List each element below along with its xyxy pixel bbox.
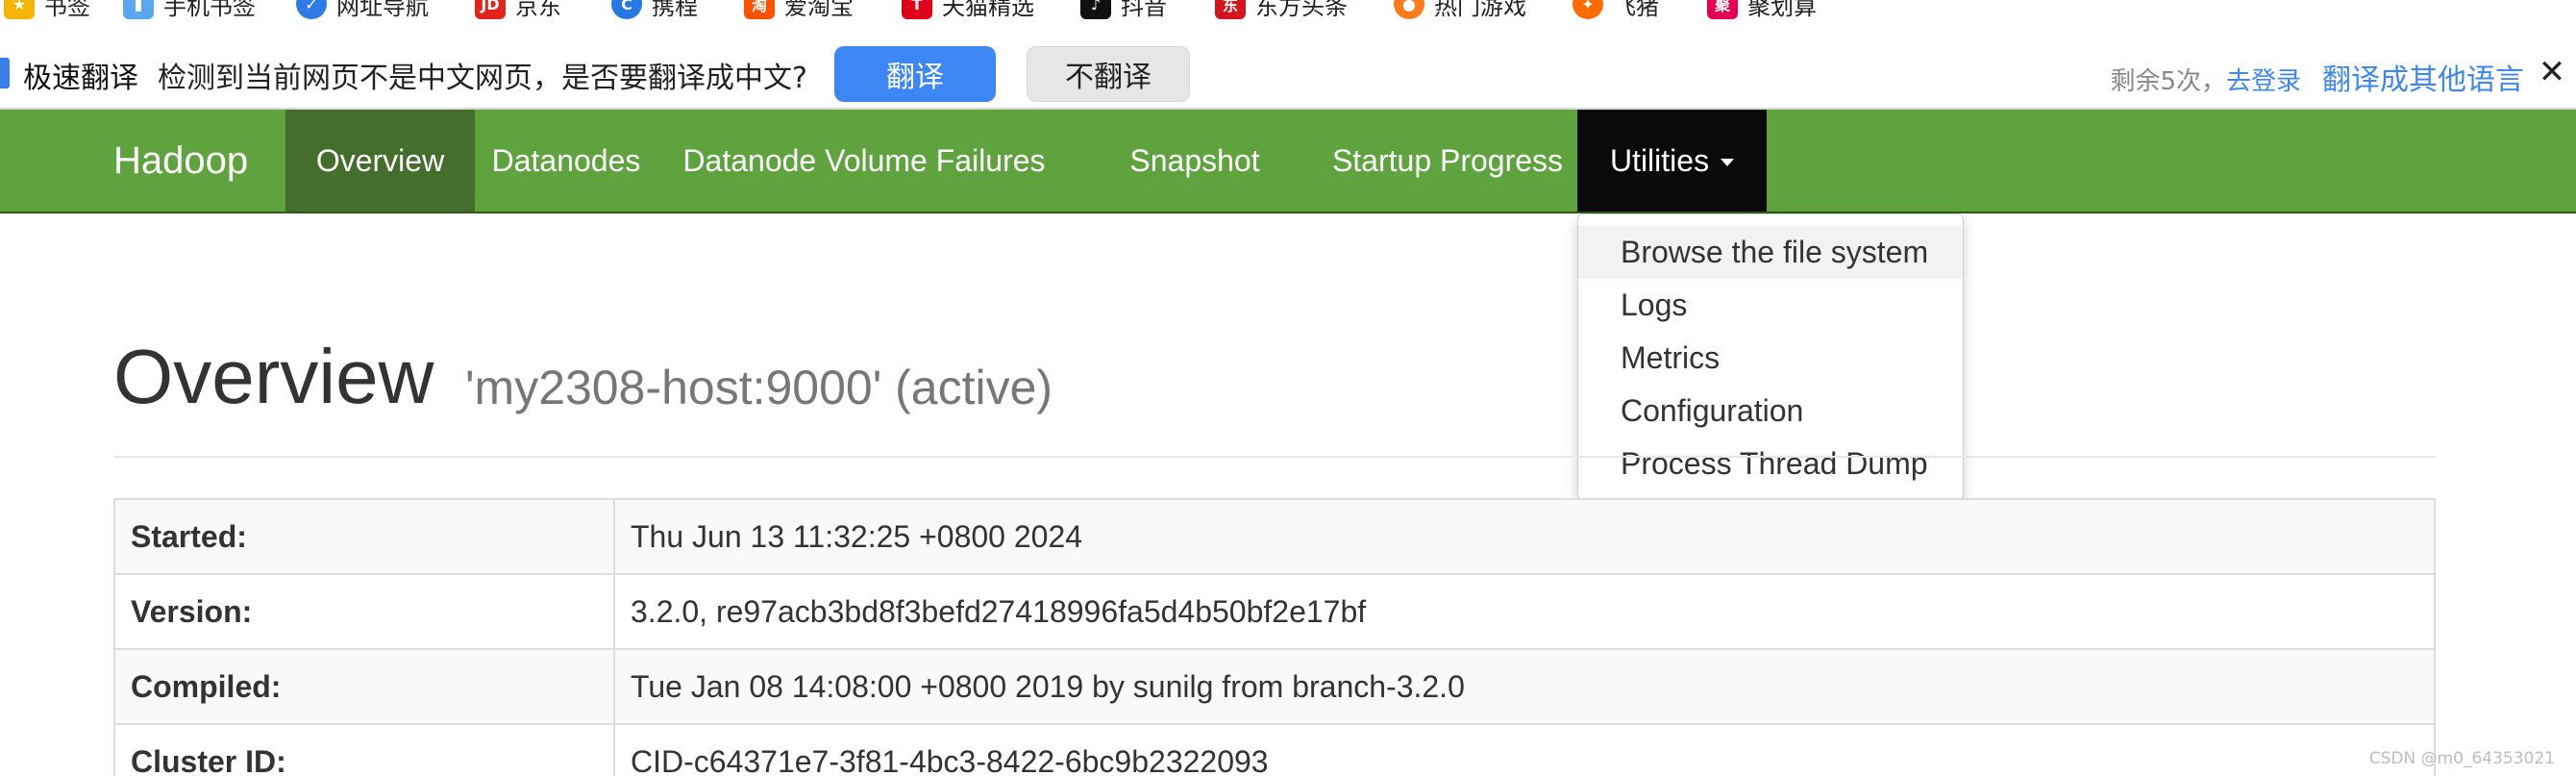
bookmark-label: 网址导航 bbox=[336, 0, 429, 20]
bookmark-item[interactable]: 东 东方头条 bbox=[1215, 0, 1348, 21]
hadoop-navbar: Hadoop Overview Datanodes Datanode Volum… bbox=[0, 110, 2576, 213]
row-key: Compiled: bbox=[113, 648, 615, 725]
page-subtitle: 'my2308-host:9000' (active) bbox=[465, 361, 1053, 414]
translate-logo-icon bbox=[0, 58, 10, 88]
bookmark-item[interactable]: JD 京东 bbox=[475, 0, 561, 21]
table-row: Version: 3.2.0, re97acb3bd8f3befd2741899… bbox=[113, 573, 2436, 650]
bookmark-item[interactable]: ★ 书签 bbox=[4, 0, 90, 21]
ctrip-logo-icon: C bbox=[611, 0, 642, 19]
row-value: 3.2.0, re97acb3bd8f3befd27418996fa5d4b50… bbox=[613, 573, 2436, 650]
bookmark-label: 天猫精选 bbox=[942, 0, 1034, 20]
translate-other-language-link[interactable]: 翻译成其他语言 bbox=[2322, 56, 2524, 98]
nav-label: Datanode Volume Failures bbox=[682, 142, 1046, 178]
bookmark-label: 聚划算 bbox=[1747, 0, 1817, 20]
menu-item-browse-file-system[interactable]: Browse the file system bbox=[1578, 226, 1963, 279]
page-title: Overview bbox=[113, 334, 434, 419]
translate-bar: 极速翻译 检测到当前网页不是中文网页，是否要翻译成中文? 翻译 不翻译 剩余5次… bbox=[0, 35, 2576, 110]
translate-button[interactable]: 翻译 bbox=[834, 46, 996, 102]
table-row: Cluster ID: CID-c64371e7-3f81-4bc3-8422-… bbox=[113, 723, 2436, 776]
game-icon: ● bbox=[1394, 0, 1424, 19]
bookmark-item[interactable]: 淘 爱淘宝 bbox=[744, 0, 854, 21]
overview-table: Started: Thu Jun 13 11:32:25 +0800 2024 … bbox=[113, 498, 2436, 776]
translate-title: 极速翻译 bbox=[23, 62, 138, 95]
row-value: Thu Jun 13 11:32:25 +0800 2024 bbox=[613, 498, 2436, 575]
nav-snapshot[interactable]: Snapshot bbox=[1071, 110, 1319, 212]
bookmark-item[interactable]: C 携程 bbox=[611, 0, 698, 21]
fliggy-logo-icon: ✦ bbox=[1573, 0, 1603, 19]
menu-item-logs[interactable]: Logs bbox=[1578, 279, 1963, 332]
remaining-count: 剩余5次， bbox=[2110, 67, 2226, 96]
douyin-logo-icon: ♪ bbox=[1080, 0, 1111, 19]
bookmark-label: 手机书签 bbox=[163, 0, 256, 20]
nav-label: Startup Progress bbox=[1331, 142, 1564, 178]
row-value: CID-c64371e7-3f81-4bc3-8422-6bc9b2322093 bbox=[613, 723, 2436, 776]
bookmark-item[interactable]: ♪ 抖音 bbox=[1080, 0, 1167, 21]
bookmark-label: 爱淘宝 bbox=[784, 0, 854, 20]
juhuasuan-logo-icon: 聚 bbox=[1707, 0, 1738, 19]
login-link[interactable]: 去登录 bbox=[2226, 62, 2301, 97]
bookmark-item[interactable]: 聚 聚划算 bbox=[1707, 0, 1817, 21]
row-key: Version: bbox=[113, 573, 615, 650]
brand-logo[interactable]: Hadoop bbox=[113, 110, 248, 212]
bookmark-item[interactable]: ▮ 手机书签 bbox=[123, 0, 256, 21]
nav-label: Overview bbox=[315, 142, 445, 178]
bookmark-item[interactable]: T 天猫精选 bbox=[902, 0, 1034, 21]
nav-datanode-volume-failures[interactable]: Datanode Volume Failures bbox=[657, 110, 1071, 212]
nav-label: Datanodes bbox=[491, 142, 641, 178]
page-header: Overview 'my2308-host:9000' (active) bbox=[113, 325, 2436, 458]
no-translate-button[interactable]: 不翻译 bbox=[1027, 46, 1190, 102]
translate-message: 检测到当前网页不是中文网页，是否要翻译成中文? bbox=[158, 62, 807, 95]
nav-label: Utilities bbox=[1609, 142, 1710, 178]
table-row: Compiled: Tue Jan 08 14:08:00 +0800 2019… bbox=[113, 648, 2436, 725]
row-value: Tue Jan 08 14:08:00 +0800 2019 by sunilg… bbox=[613, 648, 2436, 725]
bookmark-label: 抖音 bbox=[1121, 0, 1167, 20]
nav-datanodes[interactable]: Datanodes bbox=[475, 110, 657, 212]
bookmark-label: 京东 bbox=[515, 0, 561, 20]
bookmark-label: 东方头条 bbox=[1255, 0, 1348, 20]
watermark: CSDN @m0_64353021 bbox=[2368, 749, 2555, 768]
nav-label: Snapshot bbox=[1129, 142, 1260, 178]
translate-actions: 剩余5次， 去登录 翻译成其他语言 bbox=[2110, 56, 2524, 98]
aitaobao-logo-icon: 淘 bbox=[744, 0, 775, 19]
bookmark-label: 热门游戏 bbox=[1434, 0, 1526, 20]
row-key: Started: bbox=[113, 498, 615, 575]
caret-down-icon bbox=[1721, 159, 1735, 166]
bookmark-label: 携程 bbox=[652, 0, 698, 20]
bookmark-item[interactable]: ● 热门游戏 bbox=[1394, 0, 1526, 21]
nav-startup-progress[interactable]: Startup Progress bbox=[1319, 110, 1576, 212]
nav-overview[interactable]: Overview bbox=[285, 110, 475, 212]
bookmark-item[interactable]: ✓ 网址导航 bbox=[296, 0, 429, 21]
dongfang-logo-icon: 东 bbox=[1215, 0, 1246, 19]
tmall-logo-icon: T bbox=[902, 0, 932, 19]
nav-utilities[interactable]: Utilities bbox=[1577, 110, 1767, 212]
bookmark-item[interactable]: ✦ 飞猪 bbox=[1573, 0, 1659, 21]
table-row: Started: Thu Jun 13 11:32:25 +0800 2024 bbox=[113, 498, 2436, 575]
row-key: Cluster ID: bbox=[113, 723, 615, 776]
close-icon[interactable]: ✕ bbox=[2536, 56, 2568, 88]
navigation-icon: ✓ bbox=[296, 0, 327, 19]
bookmark-star-icon: ★ bbox=[4, 0, 35, 19]
jd-logo-icon: JD bbox=[475, 0, 506, 19]
bookmark-label: 书签 bbox=[44, 0, 90, 20]
bookmarks-bar: ★ 书签 ▮ 手机书签 ✓ 网址导航 JD 京东 C 携程 淘 爱淘宝 T 天猫… bbox=[0, 0, 2576, 35]
mobile-bookmark-icon: ▮ bbox=[123, 0, 154, 19]
bookmark-label: 飞猪 bbox=[1613, 0, 1659, 20]
